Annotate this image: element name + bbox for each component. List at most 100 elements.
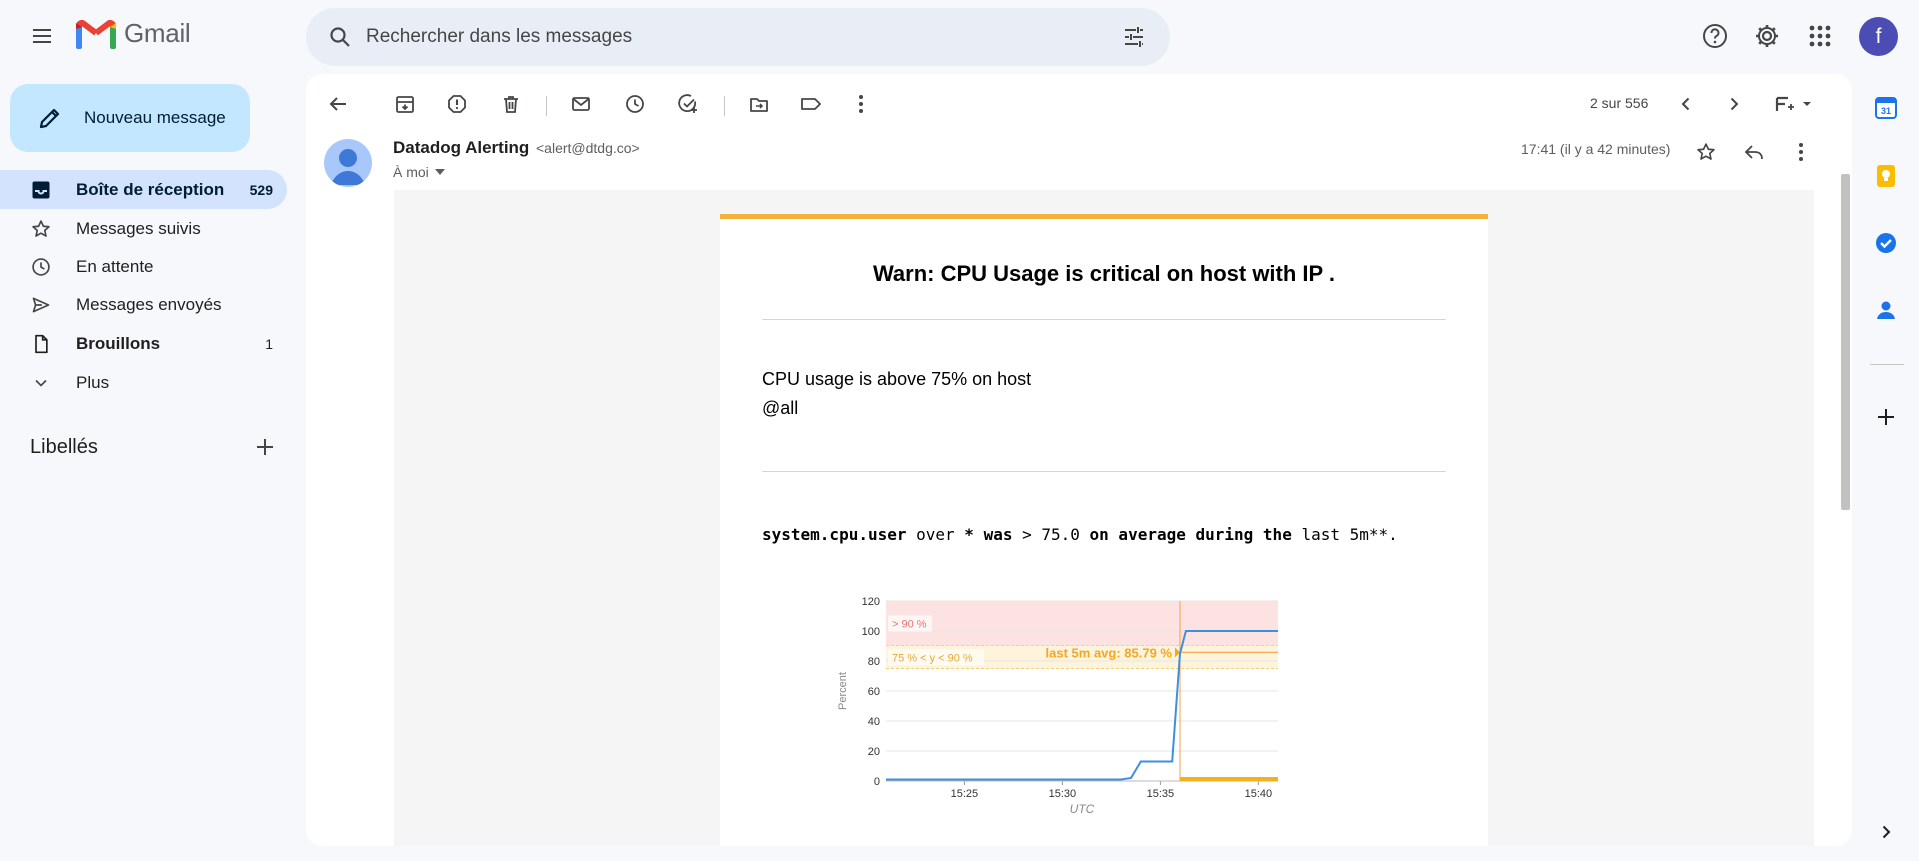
y-tick-label: 20 xyxy=(868,746,880,758)
labels-heading: Libellés xyxy=(30,436,98,458)
account-avatar[interactable]: f xyxy=(1859,17,1898,56)
y-tick-label: 80 xyxy=(868,656,880,668)
keep-icon[interactable] xyxy=(1868,158,1904,194)
message-view: 2 sur 556 Datadog Alerting <alert@dtdg.c… xyxy=(306,74,1852,846)
top-bar: Gmail f xyxy=(0,0,1919,74)
y-tick-label: 0 xyxy=(874,776,880,788)
nav-item-label: Messages envoyés xyxy=(76,294,222,314)
gmail-logo[interactable]: Gmail xyxy=(76,18,191,49)
star-icon[interactable] xyxy=(1688,134,1724,170)
nav-item-label: Brouillons xyxy=(76,333,161,353)
side-panel-divider xyxy=(1870,364,1904,365)
move-to-folder-icon[interactable] xyxy=(739,84,779,124)
nav-item-count: 1 xyxy=(265,335,273,352)
delete-trash-icon[interactable] xyxy=(491,84,531,124)
hamburger-menu-icon xyxy=(33,29,51,43)
avg-annotation: last 5m avg: 85.79 % xyxy=(1046,645,1173,660)
expand-side-panel-chevron-icon[interactable] xyxy=(1868,814,1904,850)
y-tick-label: 100 xyxy=(862,626,880,638)
clock-icon xyxy=(28,254,54,280)
draft-icon xyxy=(28,331,54,357)
message-timestamp: 17:41 (il y a 42 minutes) xyxy=(1521,141,1671,157)
query-tail: **. xyxy=(1368,525,1398,544)
get-addons-plus-icon[interactable] xyxy=(1868,399,1904,435)
alert-body-line: CPU usage is above 75% on host xyxy=(762,369,1032,389)
nav-item-label: Messages suivis xyxy=(76,218,201,238)
nav-item-more[interactable]: Plus xyxy=(0,363,287,402)
threshold-label: > 90 % xyxy=(892,619,927,631)
main-menu-button[interactable] xyxy=(22,16,62,56)
search-bar[interactable] xyxy=(306,8,1170,66)
cpu-usage-chart: 0 20 40 60 80 100 120 15:25 15:30 15:35 15:40 Perce… xyxy=(830,587,1390,837)
calendar-icon[interactable]: 31 xyxy=(1868,90,1904,126)
alert-mention: @all xyxy=(762,398,799,418)
mark-unread-icon[interactable] xyxy=(561,84,601,124)
divider xyxy=(762,319,1446,320)
y-tick-label: 120 xyxy=(862,596,880,608)
y-axis-label: Percent xyxy=(837,672,849,710)
y-tick-label: 60 xyxy=(868,686,880,698)
query-aggregation: on average during the xyxy=(1089,525,1292,544)
query-scope: * was xyxy=(964,525,1013,544)
star-icon xyxy=(28,216,54,242)
x-tick-label: 15:35 xyxy=(1147,788,1175,800)
toolbar-divider xyxy=(724,96,725,116)
x-tick-label: 15:40 xyxy=(1245,788,1273,800)
reply-arrow-icon[interactable] xyxy=(1736,134,1772,170)
nav-item-drafts[interactable]: Brouillons 1 xyxy=(0,324,287,363)
label-tag-icon[interactable] xyxy=(791,84,831,124)
sender-name: Datadog Alerting xyxy=(393,138,530,157)
newer-chevron-left-icon[interactable] xyxy=(1666,84,1706,124)
eval-window-bar xyxy=(1180,777,1278,781)
nav-item-sent[interactable]: Messages envoyés xyxy=(0,285,287,324)
threshold-label: 75 % < y < 90 % xyxy=(892,652,973,664)
chevron-down-icon xyxy=(28,370,54,396)
apps-grid-icon[interactable] xyxy=(1800,16,1840,56)
recipient-text: À moi xyxy=(393,164,429,180)
y-tick-label: 40 xyxy=(868,716,880,728)
add-task-icon[interactable] xyxy=(668,84,708,124)
alert-card: Warn: CPU Usage is critical on host with… xyxy=(720,214,1488,846)
contacts-icon[interactable] xyxy=(1868,292,1904,328)
message-more-icon[interactable] xyxy=(1783,134,1819,170)
caret-down-icon xyxy=(434,169,445,175)
query-window: last 5m xyxy=(1291,525,1369,544)
nav-item-label: Boîte de réception xyxy=(76,179,225,199)
query-metric: system.cpu.user xyxy=(762,525,907,544)
svg-text:31: 31 xyxy=(1881,106,1891,116)
search-icon[interactable] xyxy=(322,19,358,55)
x-axis-label: UTC xyxy=(1070,802,1095,816)
sender-avatar[interactable] xyxy=(324,139,372,187)
threshold-band xyxy=(886,601,1278,646)
more-options-icon[interactable] xyxy=(841,84,881,124)
report-spam-icon[interactable] xyxy=(437,84,477,124)
compose-label: Nouveau message xyxy=(84,108,226,127)
nav-item-label: Plus xyxy=(76,372,110,392)
scrollbar-thumb[interactable] xyxy=(1841,174,1850,510)
email-body: Warn: CPU Usage is critical on host with… xyxy=(394,190,1814,846)
send-icon xyxy=(28,292,54,318)
nav-item-starred[interactable]: Messages suivis xyxy=(0,209,287,248)
search-options-icon[interactable] xyxy=(1114,17,1154,57)
older-chevron-right-icon[interactable] xyxy=(1714,84,1754,124)
inbox-icon xyxy=(28,177,54,203)
x-tick-label: 15:25 xyxy=(951,788,979,800)
tasks-icon[interactable] xyxy=(1868,225,1904,261)
gmail-m-icon xyxy=(76,19,116,49)
settings-gear-icon[interactable] xyxy=(1747,16,1787,56)
compose-button[interactable]: Nouveau message xyxy=(10,84,250,152)
x-tick-label: 15:30 xyxy=(1049,788,1077,800)
search-input[interactable] xyxy=(366,26,1114,48)
input-tools-icon[interactable] xyxy=(1766,84,1822,124)
nav-item-snoozed[interactable]: En attente xyxy=(0,247,287,286)
archive-icon[interactable] xyxy=(385,84,425,124)
app-name: Gmail xyxy=(124,18,191,48)
nav-item-inbox[interactable]: Boîte de réception 529 xyxy=(0,170,287,209)
monitor-query: system.cpu.user over * was > 75.0 on ave… xyxy=(762,525,1398,544)
query-over: over xyxy=(906,525,965,544)
back-arrow-icon[interactable] xyxy=(318,84,358,124)
snooze-clock-icon[interactable] xyxy=(615,84,655,124)
recipient-details[interactable]: À moi xyxy=(393,164,445,180)
help-icon[interactable] xyxy=(1695,16,1735,56)
add-label-icon[interactable] xyxy=(250,432,280,462)
